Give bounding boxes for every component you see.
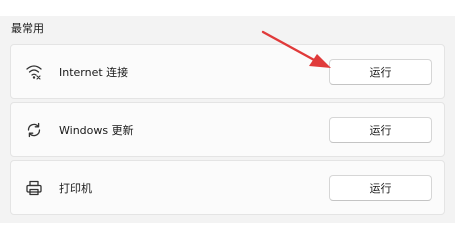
troubleshooter-windows-update: Windows 更新 运行 — [10, 102, 445, 157]
printer-icon — [24, 178, 44, 198]
troubleshooter-label: Internet 连接 — [59, 65, 129, 79]
wifi-icon — [24, 62, 44, 82]
troubleshooter-label: Windows 更新 — [59, 123, 134, 137]
section-title: 最常用 — [11, 22, 44, 35]
troubleshooter-internet: Internet 连接 运行 — [10, 44, 445, 99]
refresh-icon — [24, 120, 44, 140]
run-windows-update-button[interactable]: 运行 — [329, 116, 432, 143]
troubleshooter-printer: 打印机 运行 — [10, 160, 445, 215]
run-internet-button[interactable]: 运行 — [329, 58, 432, 85]
run-printer-button[interactable]: 运行 — [329, 174, 432, 201]
top-strip — [0, 0, 455, 16]
troubleshooter-label: 打印机 — [59, 181, 92, 195]
bottom-strip — [0, 223, 455, 251]
